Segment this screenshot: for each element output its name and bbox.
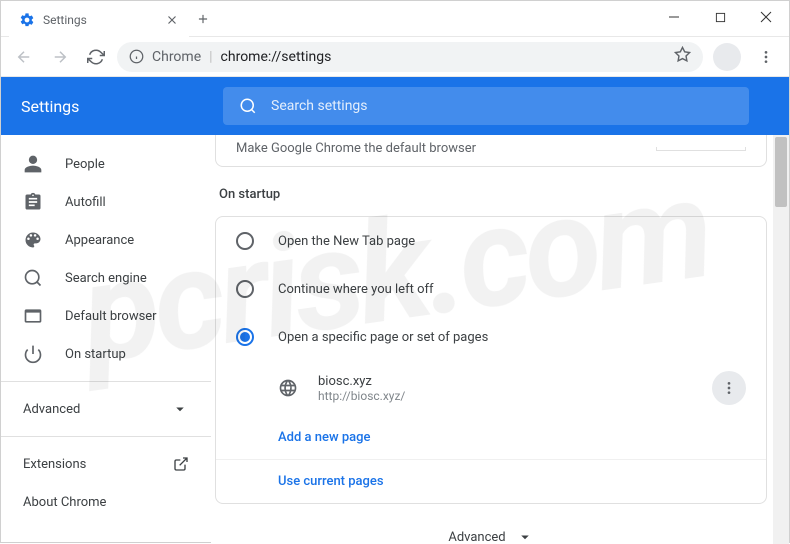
radio-continue[interactable]: Continue where you left off	[216, 265, 766, 313]
search-input[interactable]	[271, 98, 733, 114]
url-text: chrome://settings	[221, 49, 332, 65]
divider	[1, 436, 211, 437]
startup-page-url: http://biosc.xyz/	[318, 389, 692, 403]
radio-label: Continue where you left off	[278, 282, 434, 297]
sidebar-label: Extensions	[23, 457, 86, 472]
close-icon[interactable]	[165, 13, 179, 27]
default-browser-card: Make Google Chrome the default browser	[215, 135, 767, 167]
sidebar-item-appearance[interactable]: Appearance	[1, 221, 211, 259]
make-default-button[interactable]	[656, 147, 746, 151]
maximize-button[interactable]	[697, 1, 743, 33]
radio-label: Open a specific page or set of pages	[278, 330, 488, 345]
radio-specific-pages[interactable]: Open a specific page or set of pages	[216, 313, 766, 361]
use-current-row: Use current pages	[216, 459, 766, 503]
sidebar-label: Default browser	[65, 309, 157, 324]
scrollbar-thumb[interactable]	[775, 137, 787, 207]
reload-button[interactable]	[81, 42, 111, 72]
address-bar[interactable]: Chrome | chrome://settings	[117, 42, 703, 72]
settings-header: Settings	[1, 77, 789, 135]
section-title-startup: On startup	[219, 187, 767, 202]
bookmark-star-icon[interactable]	[674, 46, 691, 67]
add-page-row: Add a new page	[216, 415, 766, 459]
gear-icon	[19, 12, 35, 28]
url-scheme-label: Chrome	[152, 49, 201, 65]
advanced-label: Advanced	[448, 530, 505, 544]
more-vert-icon	[721, 380, 737, 396]
radio-icon	[236, 280, 254, 298]
radio-label: Open the New Tab page	[278, 234, 415, 249]
new-tab-button[interactable]	[189, 5, 217, 33]
minimize-button[interactable]	[651, 1, 697, 33]
sidebar-label: Appearance	[65, 233, 134, 248]
browser-toolbar: Chrome | chrome://settings	[1, 37, 789, 77]
sidebar-item-default-browser[interactable]: Default browser	[1, 297, 211, 335]
sidebar-label: Autofill	[65, 195, 106, 210]
settings-sidebar: People Autofill Appearance Search engine…	[1, 135, 211, 544]
person-icon	[23, 154, 43, 174]
settings-search[interactable]	[223, 87, 749, 125]
power-icon	[23, 344, 43, 364]
chevron-down-icon	[171, 400, 189, 418]
browser-icon	[23, 306, 43, 326]
radio-icon	[236, 232, 254, 250]
advanced-expander[interactable]: Advanced	[215, 528, 767, 544]
menu-button[interactable]	[751, 42, 781, 72]
settings-content: Make Google Chrome the default browser O…	[211, 135, 789, 544]
window-titlebar: Settings	[1, 1, 789, 37]
sidebar-label: People	[65, 157, 105, 172]
clipboard-icon	[23, 192, 43, 212]
sidebar-item-people[interactable]: People	[1, 145, 211, 183]
profile-avatar[interactable]	[713, 43, 741, 71]
default-browser-hint: Make Google Chrome the default browser	[236, 141, 476, 156]
close-window-button[interactable]	[743, 1, 789, 33]
page-more-button[interactable]	[712, 371, 746, 405]
info-icon	[129, 49, 144, 64]
window-controls	[651, 1, 789, 33]
sidebar-item-on-startup[interactable]: On startup	[1, 335, 211, 373]
browser-tab[interactable]: Settings	[9, 3, 189, 37]
add-page-link[interactable]: Add a new page	[278, 430, 370, 445]
sidebar-label: Advanced	[23, 402, 80, 417]
sidebar-item-autofill[interactable]: Autofill	[1, 183, 211, 221]
startup-page-row: biosc.xyz http://biosc.xyz/	[216, 361, 766, 415]
search-icon	[239, 97, 257, 115]
sidebar-label: On startup	[65, 347, 126, 362]
divider	[1, 381, 211, 382]
tab-title: Settings	[43, 13, 157, 27]
chevron-down-icon	[516, 528, 534, 544]
sidebar-item-about[interactable]: About Chrome	[1, 483, 211, 521]
startup-page-name: biosc.xyz	[318, 374, 692, 389]
sidebar-item-advanced[interactable]: Advanced	[1, 390, 211, 428]
palette-icon	[23, 230, 43, 250]
sidebar-label: Search engine	[65, 271, 147, 286]
search-icon	[23, 268, 43, 288]
scrollbar[interactable]	[773, 135, 789, 544]
external-link-icon	[173, 456, 189, 472]
sidebar-label: About Chrome	[23, 495, 106, 510]
back-button[interactable]	[9, 42, 39, 72]
sidebar-item-search-engine[interactable]: Search engine	[1, 259, 211, 297]
startup-card: Open the New Tab page Continue where you…	[215, 216, 767, 504]
use-current-link[interactable]: Use current pages	[278, 474, 384, 489]
globe-icon	[278, 378, 298, 398]
settings-title: Settings	[21, 97, 211, 116]
forward-button[interactable]	[45, 42, 75, 72]
radio-new-tab[interactable]: Open the New Tab page	[216, 217, 766, 265]
radio-icon	[236, 328, 254, 346]
sidebar-item-extensions[interactable]: Extensions	[1, 445, 211, 483]
